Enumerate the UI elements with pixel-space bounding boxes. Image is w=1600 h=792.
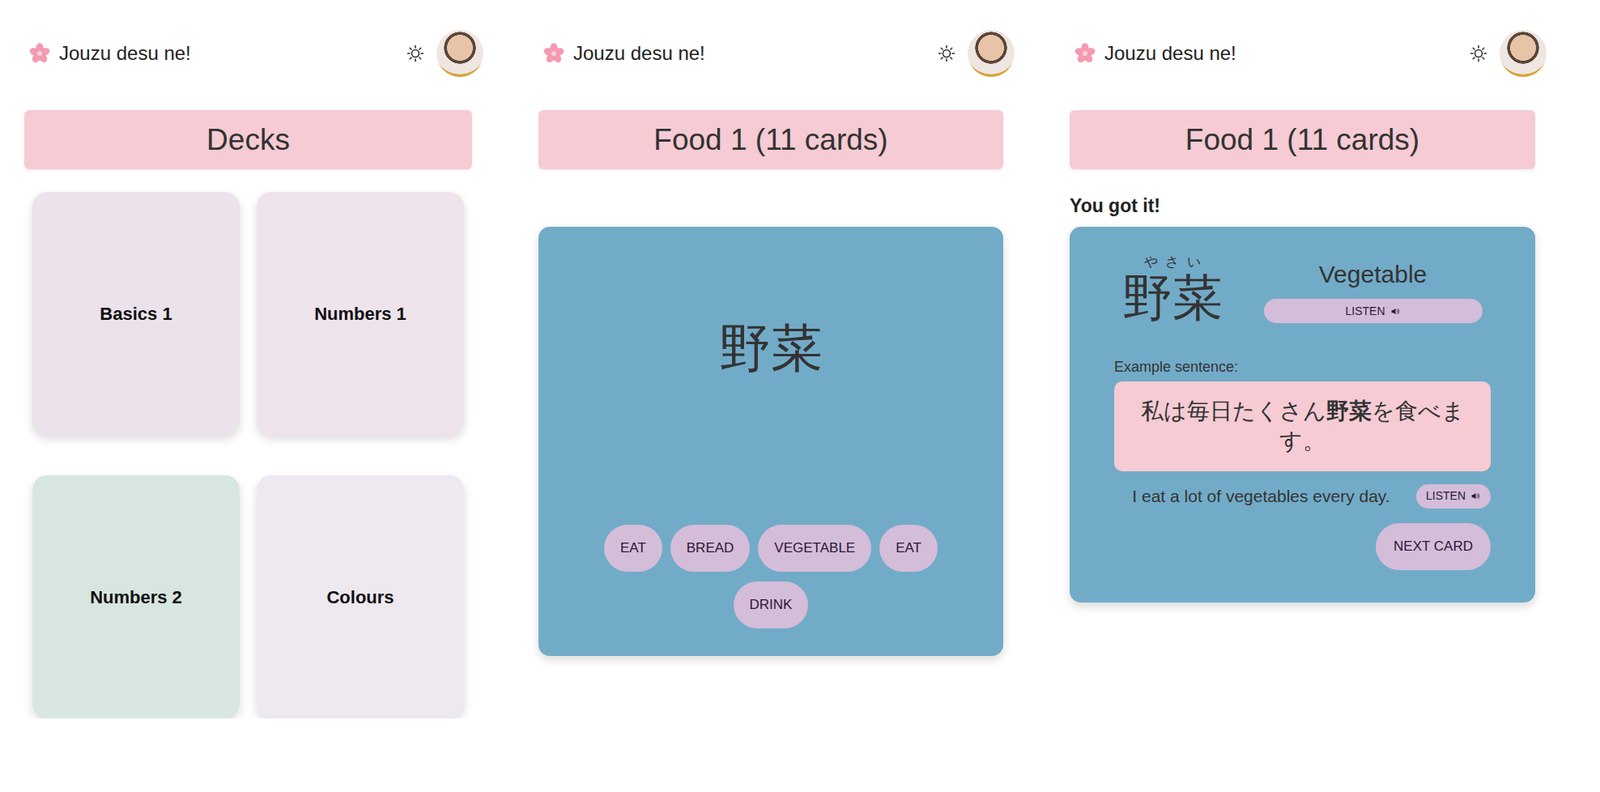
- banner-title: Food 1 (11 cards): [653, 117, 888, 163]
- deck-name[interactable]: Numbers 2: [89, 583, 183, 611]
- answer-option[interactable]: EAT: [604, 524, 663, 572]
- header-actions: [405, 29, 484, 77]
- answer-option[interactable]: VEGETABLE: [757, 524, 872, 572]
- next-card-button[interactable]: NEXT CARD: [1375, 523, 1491, 571]
- word-row: やさい野菜 Vegetable LISTEN: [1114, 254, 1491, 327]
- page-banner: Decks: [24, 110, 473, 170]
- translation-row: I eat a lot of vegetables every day. LIST…: [1114, 482, 1491, 511]
- sun-icon: [405, 43, 426, 64]
- header-actions: [1468, 29, 1547, 77]
- speaker-icon: [1470, 490, 1481, 502]
- header-actions: [936, 29, 1015, 77]
- feedback-message: You got it!: [1069, 191, 1536, 221]
- answer-option[interactable]: BREAD: [670, 524, 751, 572]
- sakura-logo-icon: [28, 42, 52, 65]
- card-word: 野菜: [1122, 270, 1223, 326]
- example-highlight: 野菜: [1326, 398, 1372, 424]
- sakura-logo-icon: [542, 42, 566, 65]
- deck-name[interactable]: Colours: [326, 583, 394, 611]
- app: Jouzu desu ne! Decks Basics 1 Numbers 1 Numb…: [0, 0, 1600, 719]
- user-avatar[interactable]: [436, 29, 484, 77]
- page-banner: Food 1 (11 cards): [538, 110, 1004, 170]
- flashcard: 野菜EATBREADVEGETABLEEATDRINK: [538, 226, 1004, 656]
- translation: I eat a lot of vegetables every day.: [1114, 482, 1409, 511]
- banner-title: Decks: [206, 117, 290, 163]
- example-sentence: 私は毎日たくさん野菜を食べます。: [1114, 381, 1491, 472]
- example-text: 私は毎日たくさん野菜を食べます。: [1131, 396, 1473, 456]
- meaning-block: Vegetable LISTEN: [1255, 255, 1491, 324]
- app-header: Jouzu desu ne!: [28, 29, 484, 77]
- deck-grid: Basics 1 Numbers 1 Numbers 2 Colours: [24, 191, 473, 719]
- example-label: Example sentence:: [1114, 356, 1491, 379]
- answer-option[interactable]: DRINK: [733, 581, 809, 629]
- banner-title: Food 1 (11 cards): [1185, 117, 1420, 163]
- app-title[interactable]: Jouzu desu ne!: [573, 38, 706, 69]
- theme-toggle[interactable]: [936, 43, 968, 64]
- deck-card[interactable]: Numbers 2: [32, 475, 240, 719]
- listen-button[interactable]: LISTEN: [1416, 484, 1491, 509]
- answer-screen: Jouzu desu ne! Food 1 (11 cards) You got i…: [1069, 29, 1536, 603]
- question-screen: Jouzu desu ne!Food 1 (11 cards)野菜EATBREA…: [538, 29, 1004, 656]
- app-title[interactable]: Jouzu desu ne!: [59, 38, 192, 69]
- next-row: NEXT CARD: [1114, 523, 1491, 571]
- app-header: Jouzu desu ne!: [1073, 29, 1547, 77]
- theme-toggle[interactable]: [405, 43, 437, 64]
- user-avatar[interactable]: [967, 29, 1015, 77]
- theme-toggle[interactable]: [1468, 43, 1500, 64]
- deck-name[interactable]: Numbers 1: [314, 300, 407, 328]
- app-title[interactable]: Jouzu desu ne!: [1104, 38, 1237, 69]
- listen-label[interactable]: LISTEN: [1425, 487, 1466, 505]
- deck-card[interactable]: Basics 1: [32, 191, 240, 435]
- deck-name[interactable]: Basics 1: [99, 300, 172, 328]
- decks-screen: Jouzu desu ne! Decks Basics 1 Numbers 1 Numb…: [24, 29, 473, 719]
- listen-label[interactable]: LISTEN: [1344, 302, 1385, 320]
- answer-options: EATBREADVEGETABLEEATDRINK: [600, 524, 941, 629]
- listen-button[interactable]: LISTEN: [1263, 298, 1483, 324]
- example-before: 私は毎日たくさん: [1140, 398, 1327, 424]
- app-header: Jouzu desu ne!: [542, 29, 1015, 77]
- meaning: Vegetable: [1319, 255, 1427, 293]
- card-word: 野菜: [554, 226, 988, 380]
- word-block: やさい野菜: [1122, 254, 1223, 327]
- deck-card[interactable]: Numbers 1: [256, 191, 464, 435]
- speaker-icon: [1390, 306, 1401, 317]
- page-banner: Food 1 (11 cards): [1069, 110, 1536, 170]
- sun-icon: [1468, 43, 1489, 64]
- sun-icon: [936, 43, 957, 64]
- answer-card: やさい野菜VegetableLISTENExample sentence:私は毎…: [1069, 226, 1536, 603]
- furigana: やさい: [1122, 254, 1223, 271]
- sakura-logo-icon: [1073, 42, 1097, 65]
- deck-card[interactable]: Colours: [256, 475, 464, 719]
- answer-option[interactable]: EAT: [879, 524, 938, 572]
- user-avatar[interactable]: [1499, 29, 1547, 77]
